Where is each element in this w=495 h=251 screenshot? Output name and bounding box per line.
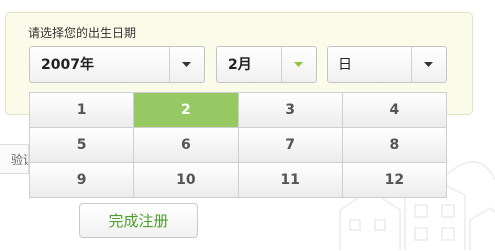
day-select-value: 日 — [338, 57, 352, 73]
day-select[interactable]: 日 — [327, 46, 447, 83]
month-option-2[interactable]: 2 — [134, 93, 238, 127]
caret-down-icon — [424, 62, 433, 67]
caret-down-icon — [182, 62, 191, 67]
verify-label: 验证 — [11, 153, 28, 167]
month-option-5[interactable]: 5 — [30, 128, 134, 162]
month-option-9[interactable]: 9 — [30, 163, 134, 197]
month-option-3[interactable]: 3 — [238, 93, 342, 127]
day-select-arrow[interactable] — [411, 47, 446, 82]
caret-down-icon — [294, 62, 303, 67]
birthdate-prompt: 请选择您的出生日期 — [28, 26, 137, 40]
month-option-8[interactable]: 8 — [342, 128, 446, 162]
month-dropdown: 1 2 3 4 5 6 7 8 9 10 11 12 — [29, 92, 447, 198]
month-option-6[interactable]: 6 — [134, 128, 238, 162]
month-option-10[interactable]: 10 — [134, 163, 238, 197]
month-select-arrow[interactable] — [281, 47, 316, 82]
year-select-arrow[interactable] — [169, 47, 204, 82]
year-select[interactable]: 2007年 — [29, 46, 205, 83]
month-select[interactable]: 2月 — [216, 46, 317, 83]
month-select-value: 2月 — [228, 57, 252, 73]
month-option-11[interactable]: 11 — [238, 163, 342, 197]
complete-registration-button[interactable]: 完成注册 — [79, 203, 198, 238]
month-option-7[interactable]: 7 — [238, 128, 342, 162]
month-option-12[interactable]: 12 — [342, 163, 446, 197]
verify-field[interactable]: 验证 — [0, 144, 29, 174]
month-option-4[interactable]: 4 — [342, 93, 446, 127]
month-option-1[interactable]: 1 — [30, 93, 134, 127]
year-select-value: 2007年 — [41, 57, 94, 73]
